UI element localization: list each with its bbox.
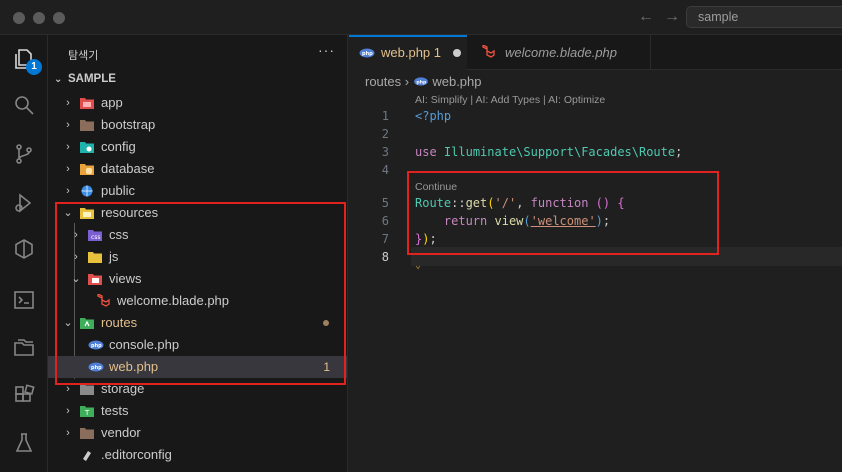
code-line-3: use Illuminate\Support\Facades\Route; — [415, 145, 683, 159]
folders-icon[interactable] — [12, 335, 36, 359]
chevron-right-icon: › — [66, 119, 70, 131]
svg-text:php: php — [362, 51, 373, 57]
folder-public-icon — [81, 185, 93, 197]
workspace-section-header[interactable]: ⌄ SAMPLE — [54, 73, 116, 85]
tree-item-label: config — [101, 139, 136, 154]
tree-item-tests[interactable]: › T tests — [48, 400, 347, 422]
tree-item-label: vendor — [101, 425, 141, 440]
search-icon[interactable] — [12, 93, 36, 117]
testing-icon[interactable] — [12, 431, 36, 455]
tree-item-config[interactable]: › config — [48, 136, 347, 158]
tab-welcome-blade[interactable]: welcome.blade.php — [467, 35, 651, 70]
tree-item-label: .editorconfig — [101, 447, 172, 462]
folder-icon — [80, 120, 94, 131]
tree-item-label: app — [101, 95, 123, 110]
chevron-right-icon: › — [66, 97, 70, 109]
run-debug-icon[interactable] — [12, 191, 36, 215]
svg-text:T: T — [84, 409, 90, 417]
tree-item-vendor[interactable]: › vendor — [48, 422, 347, 444]
breadcrumb: routes › php web.php — [365, 74, 482, 89]
folder-test-icon: T — [80, 406, 94, 417]
explorer-title: 탐색기 — [68, 50, 99, 62]
close-window-button[interactable] — [13, 12, 25, 24]
chevron-down-icon: ⌄ — [54, 74, 63, 85]
tree-item-app[interactable]: › app — [48, 92, 347, 114]
chevron-right-icon: › — [66, 141, 70, 153]
command-center-search[interactable]: sample — [686, 6, 842, 28]
line-number: 6 — [381, 214, 389, 228]
highlight-box-tree — [55, 202, 346, 385]
source-control-icon[interactable] — [12, 142, 36, 166]
line-number: 4 — [381, 163, 389, 177]
tab-label: welcome.blade.php — [505, 45, 618, 60]
back-arrow-icon[interactable]: ← — [638, 8, 654, 26]
folder-icon — [80, 428, 94, 439]
tree-item-label: tests — [101, 403, 129, 418]
forward-arrow-icon[interactable]: → — [664, 8, 680, 26]
tab-label: web.php 1 — [381, 45, 441, 60]
php-icon: php — [359, 48, 375, 58]
line-number: 1 — [381, 109, 389, 123]
tree-item-label: public — [101, 183, 135, 198]
code-editor[interactable]: routes › php web.php AI: Simplify | AI: … — [349, 70, 842, 472]
svg-text:php: php — [416, 79, 427, 85]
inline-suggestion-icon[interactable]: ⌄ — [415, 260, 421, 271]
line-number: 2 — [381, 127, 389, 141]
codelens-ai-actions[interactable]: AI: Simplify | AI: Add Types | AI: Optim… — [415, 94, 605, 106]
tab-web-php[interactable]: php web.php 1 — [349, 35, 467, 70]
title-bar: ← → sample — [0, 0, 842, 35]
line-number: 3 — [381, 145, 389, 159]
laravel-icon — [482, 45, 495, 58]
remote-explorer-icon[interactable] — [12, 237, 36, 261]
chevron-right-icon: › — [66, 163, 70, 175]
unsaved-dot-icon[interactable] — [453, 49, 461, 57]
tree-item-label: database — [101, 161, 155, 176]
maximize-window-button[interactable] — [53, 12, 65, 24]
more-actions-button[interactable]: ··· — [318, 42, 335, 58]
tree-item-database[interactable]: › database — [48, 158, 347, 180]
tree-item-editorconfig[interactable]: .editorconfig — [48, 444, 347, 466]
editorconfig-icon — [83, 451, 91, 461]
chevron-right-icon: › — [66, 427, 70, 439]
tree-item-bootstrap[interactable]: › bootstrap — [48, 114, 347, 136]
explorer-sidebar: 탐색기 ··· ⌄ SAMPLE › app › bootstrap › conf… — [48, 35, 348, 472]
highlight-box-code — [407, 171, 719, 255]
chevron-right-icon: › — [66, 405, 70, 417]
line-number: 5 — [381, 196, 389, 210]
folder-database-icon — [80, 164, 94, 175]
breadcrumb-folder[interactable]: routes — [365, 74, 401, 89]
chevron-right-icon: › — [66, 185, 70, 197]
editor-tabs: php web.php 1 welcome.blade.php — [349, 35, 842, 70]
tree-item-label: bootstrap — [101, 117, 156, 132]
breadcrumb-file[interactable]: web.php — [432, 74, 481, 89]
line-number: 7 — [381, 232, 389, 246]
php-icon: php — [413, 77, 428, 86]
explorer-badge: 1 — [26, 59, 42, 75]
folder-config-icon — [80, 142, 94, 153]
extensions-icon[interactable] — [12, 383, 36, 407]
minimize-window-button[interactable] — [33, 12, 45, 24]
code-line-1: <?php — [415, 109, 452, 123]
terminal-icon[interactable] — [12, 288, 36, 312]
workspace-name: SAMPLE — [68, 73, 116, 85]
tree-item-public[interactable]: › public — [48, 180, 347, 202]
folder-app-icon — [80, 98, 94, 109]
line-number: 8 — [381, 250, 389, 264]
chevron-right-icon: › — [404, 74, 413, 89]
activity-bar: 1 — [0, 35, 48, 472]
